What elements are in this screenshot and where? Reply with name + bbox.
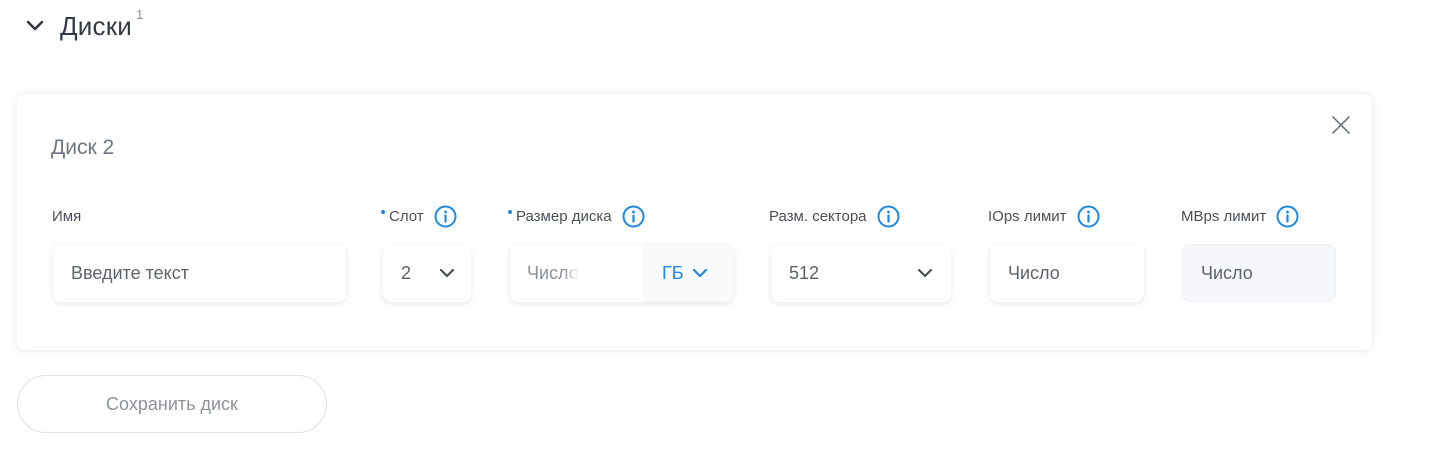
- info-icon[interactable]: [1276, 205, 1299, 228]
- mbps-input[interactable]: Число: [1182, 244, 1336, 302]
- card-title: Диск 2: [51, 136, 115, 159]
- close-icon[interactable]: [1330, 114, 1352, 136]
- section-count-badge: 1: [136, 6, 144, 22]
- sector-select-value: 512: [789, 262, 820, 283]
- sector-field-label: Разм. сектора: [769, 204, 900, 228]
- size-field-label: Размер диска: [508, 204, 645, 228]
- mbps-input-placeholder: Число: [1201, 262, 1253, 283]
- chevron-down-icon: [915, 263, 935, 283]
- slot-field-label: Слот: [381, 204, 457, 228]
- slot-select[interactable]: 2: [383, 244, 471, 302]
- sector-label-text: Разм. сектора: [769, 207, 867, 225]
- info-icon[interactable]: [622, 205, 645, 228]
- name-field-label: Имя: [52, 204, 81, 228]
- size-input-group: Число ГБ: [510, 244, 734, 302]
- size-unit-select[interactable]: ГБ: [642, 244, 734, 302]
- sector-select[interactable]: 512: [771, 244, 951, 302]
- mbps-field-label: MBps лимит: [1181, 204, 1299, 228]
- size-unit-value: ГБ: [662, 262, 684, 283]
- mbps-label-text: MBps лимит: [1181, 207, 1267, 225]
- iops-field-label: IOps лимит: [988, 204, 1100, 228]
- size-label-text: Размер диска: [516, 207, 612, 225]
- chevron-down-icon[interactable]: [24, 15, 46, 37]
- disks-section-header[interactable]: Диски 1: [24, 6, 153, 46]
- chevron-down-icon: [437, 263, 457, 283]
- info-icon[interactable]: [1077, 205, 1100, 228]
- size-input-placeholder: Число: [527, 262, 579, 283]
- section-title: Диски: [60, 10, 133, 41]
- iops-input-placeholder: Число: [1008, 262, 1060, 283]
- slot-select-value: 2: [401, 262, 412, 283]
- name-label-text: Имя: [52, 207, 82, 225]
- info-icon[interactable]: [877, 205, 900, 228]
- required-dot: [508, 210, 512, 214]
- size-input[interactable]: Число: [510, 244, 642, 302]
- chevron-down-icon: [690, 263, 710, 283]
- slot-label-text: Слот: [389, 207, 424, 225]
- name-input-placeholder: Введите текст: [71, 262, 189, 283]
- iops-label-text: IOps лимит: [988, 207, 1067, 225]
- disk-card: Диск 2 Имя Введите текст Слот 2 Размер д…: [17, 94, 1372, 350]
- iops-input[interactable]: Число: [990, 244, 1144, 302]
- info-icon[interactable]: [434, 205, 457, 228]
- save-disk-button[interactable]: Сохранить диск: [17, 375, 327, 433]
- name-input[interactable]: Введите текст: [53, 244, 346, 302]
- required-dot: [381, 210, 385, 214]
